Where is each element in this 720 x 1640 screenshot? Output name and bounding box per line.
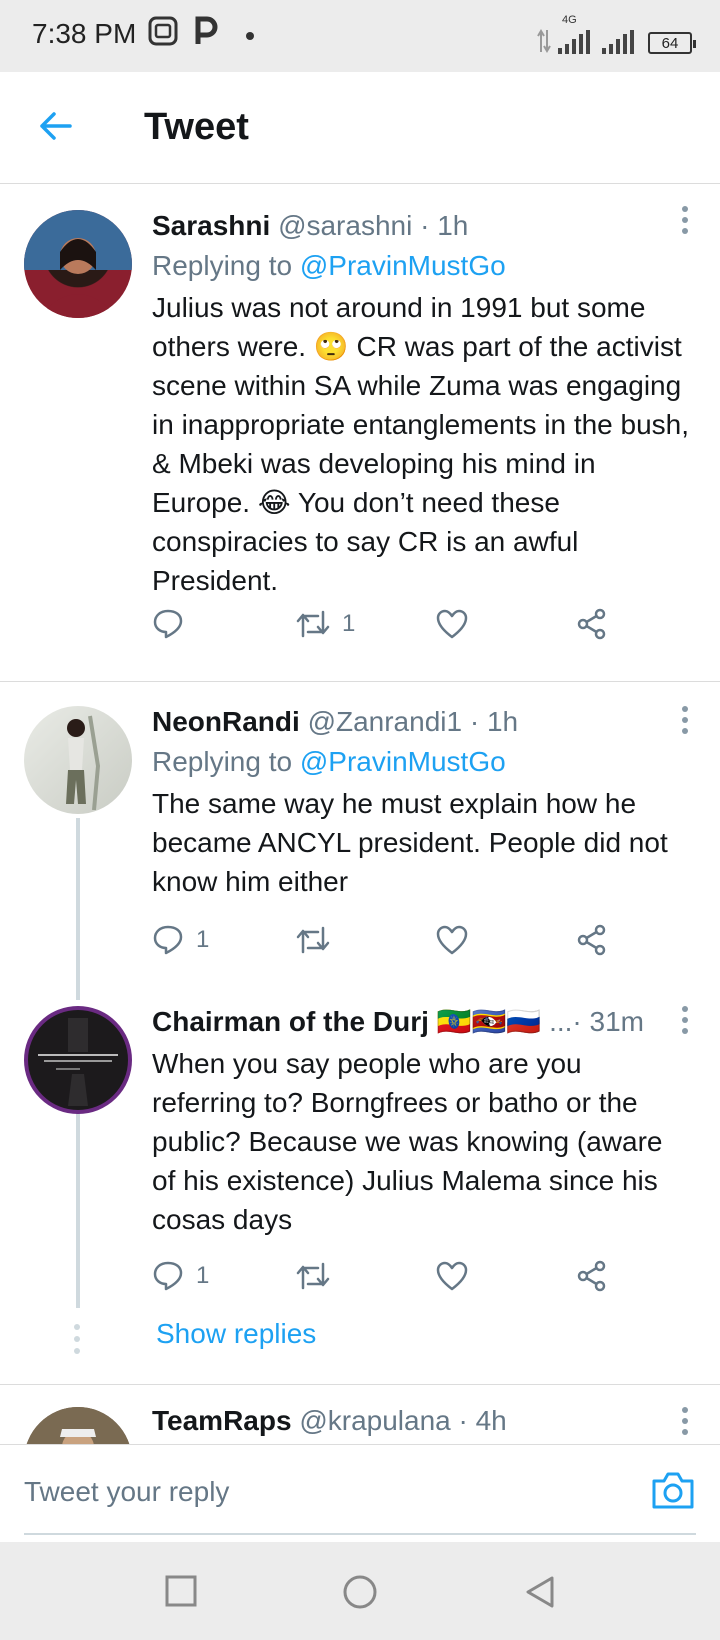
signal-icon [558, 30, 590, 54]
more-options-icon[interactable] [680, 206, 690, 234]
thread-continuation-dots [74, 1324, 80, 1354]
tweet-body: Chairman of the Durj 🇪🇹🇸🇿🇷🇺 ...· 31m Whe… [152, 1002, 692, 1239]
tweet-body: Sarashni @sarashni · 1h Replying to @Pra… [152, 206, 692, 600]
tweet-text: When you say people who are you referrin… [152, 1048, 663, 1235]
tweet-body: NeonRandi @Zanrandi1 · 1h Replying to @P… [152, 702, 692, 901]
avatar-image [24, 210, 132, 318]
more-options-icon[interactable] [680, 706, 690, 734]
status-time: 7:38 PM [32, 18, 137, 49]
avatar[interactable] [24, 1006, 132, 1114]
tweet-body: TeamRaps @krapulana · 4h [152, 1401, 692, 1441]
replying-to: Replying to @PravinMustGo [152, 250, 506, 281]
status-right: 4G 64 [536, 14, 696, 54]
triangle-back-icon[interactable] [524, 1574, 556, 1610]
heart-icon [436, 609, 468, 639]
show-replies-link[interactable]: Show replies [156, 1318, 316, 1350]
replying-to: Replying to @PravinMustGo [152, 746, 506, 777]
avatar-image [38, 1018, 118, 1106]
share-button[interactable] [576, 920, 608, 960]
share-button[interactable] [576, 604, 608, 644]
user-handle: @sarashni · 1h [278, 210, 469, 241]
reply-input[interactable] [24, 1469, 584, 1515]
heart-icon [436, 925, 468, 955]
tweet-text: Julius was not around in 1991 but some o… [152, 292, 690, 596]
user-name[interactable]: TeamRaps [152, 1405, 292, 1436]
page-title: Tweet [144, 106, 249, 148]
user-handle: @Zanrandi1 · 1h [307, 706, 519, 737]
notification-dot [246, 32, 254, 40]
share-icon [577, 608, 606, 640]
thread-line [76, 1098, 80, 1308]
tweet-meta: TeamRaps @krapulana · 4h [152, 1401, 692, 1441]
data-transfer-icon [537, 29, 551, 53]
tweet-meta: NeonRandi @Zanrandi1 · 1h [152, 702, 692, 742]
user-name[interactable]: NeonRandi [152, 706, 300, 737]
reply-button[interactable]: 1 [152, 920, 209, 960]
avatar-image [24, 1407, 132, 1444]
reply-icon [153, 609, 183, 639]
thread-line [76, 818, 80, 1000]
share-icon [577, 924, 606, 956]
tweet-meta: Chairman of the Durj 🇪🇹🇸🇿🇷🇺 ...· 31m [152, 1002, 692, 1042]
more-options-icon[interactable] [680, 1006, 690, 1034]
heart-icon [436, 1261, 468, 1291]
status-bar: 7:38 PM 4G 64 [0, 0, 720, 72]
system-nav-bar [0, 1542, 720, 1640]
signal-icon-2 [602, 30, 634, 54]
app-notification-icon [148, 16, 178, 46]
user-handle: @krapulana · 4h [299, 1405, 507, 1436]
retweet-button[interactable] [296, 1256, 342, 1296]
like-button[interactable] [436, 1256, 480, 1296]
tweet-actions: 1 [152, 604, 632, 644]
avatar[interactable] [24, 706, 132, 814]
retweet-icon [296, 1262, 330, 1290]
reply-icon [153, 1261, 183, 1291]
tweet-neonrandi[interactable]: NeonRandi @Zanrandi1 · 1h Replying to @P… [0, 682, 720, 1000]
replying-to-link[interactable]: @PravinMustGo [300, 250, 506, 281]
replying-to-link[interactable]: @PravinMustGo [300, 746, 506, 777]
share-icon [577, 1260, 606, 1292]
more-options-icon[interactable] [680, 1407, 690, 1435]
retweet-button[interactable]: 1 [296, 604, 355, 644]
battery-icon: 64 [648, 32, 696, 54]
retweet-button[interactable] [296, 920, 342, 960]
parking-icon [195, 16, 218, 44]
tweet-chairman[interactable]: Chairman of the Durj 🇪🇹🇸🇿🇷🇺 ...· 31m Whe… [0, 1000, 720, 1384]
like-button[interactable] [436, 604, 480, 644]
camera-icon[interactable] [650, 1469, 696, 1511]
avatar[interactable] [24, 1407, 132, 1444]
signal-4g: 4G [558, 14, 590, 54]
circle-icon[interactable] [342, 1574, 378, 1610]
reply-underline [24, 1533, 696, 1535]
avatar-image [66, 715, 101, 811]
reply-bar [0, 1444, 720, 1542]
retweet-icon [296, 610, 330, 638]
user-name[interactable]: Sarashni [152, 210, 270, 241]
share-button[interactable] [576, 1256, 608, 1296]
reply-icon [153, 925, 183, 955]
like-button[interactable] [436, 920, 480, 960]
tweet-text: The same way he must explain how he beca… [152, 788, 668, 897]
retweet-icon [296, 926, 330, 954]
user-name[interactable]: Chairman of the Durj 🇪🇹🇸🇿🇷🇺 [152, 1006, 541, 1037]
user-handle: ...· 31m [549, 1006, 644, 1037]
square-icon[interactable] [164, 1574, 198, 1608]
tweet-teamraps[interactable]: TeamRaps @krapulana · 4h [0, 1385, 720, 1444]
tweet-actions: 1 [152, 1256, 632, 1296]
tweet-header: Tweet [0, 72, 720, 184]
tweet-actions: 1 [152, 920, 632, 960]
arrow-left-icon[interactable] [36, 106, 76, 146]
reply-button[interactable]: 1 [152, 1256, 209, 1296]
tweet-meta: Sarashni @sarashni · 1h [152, 206, 692, 246]
reply-button[interactable] [152, 604, 196, 644]
tweet-sarashni[interactable]: Sarashni @sarashni · 1h Replying to @Pra… [0, 184, 720, 680]
avatar[interactable] [24, 210, 132, 318]
